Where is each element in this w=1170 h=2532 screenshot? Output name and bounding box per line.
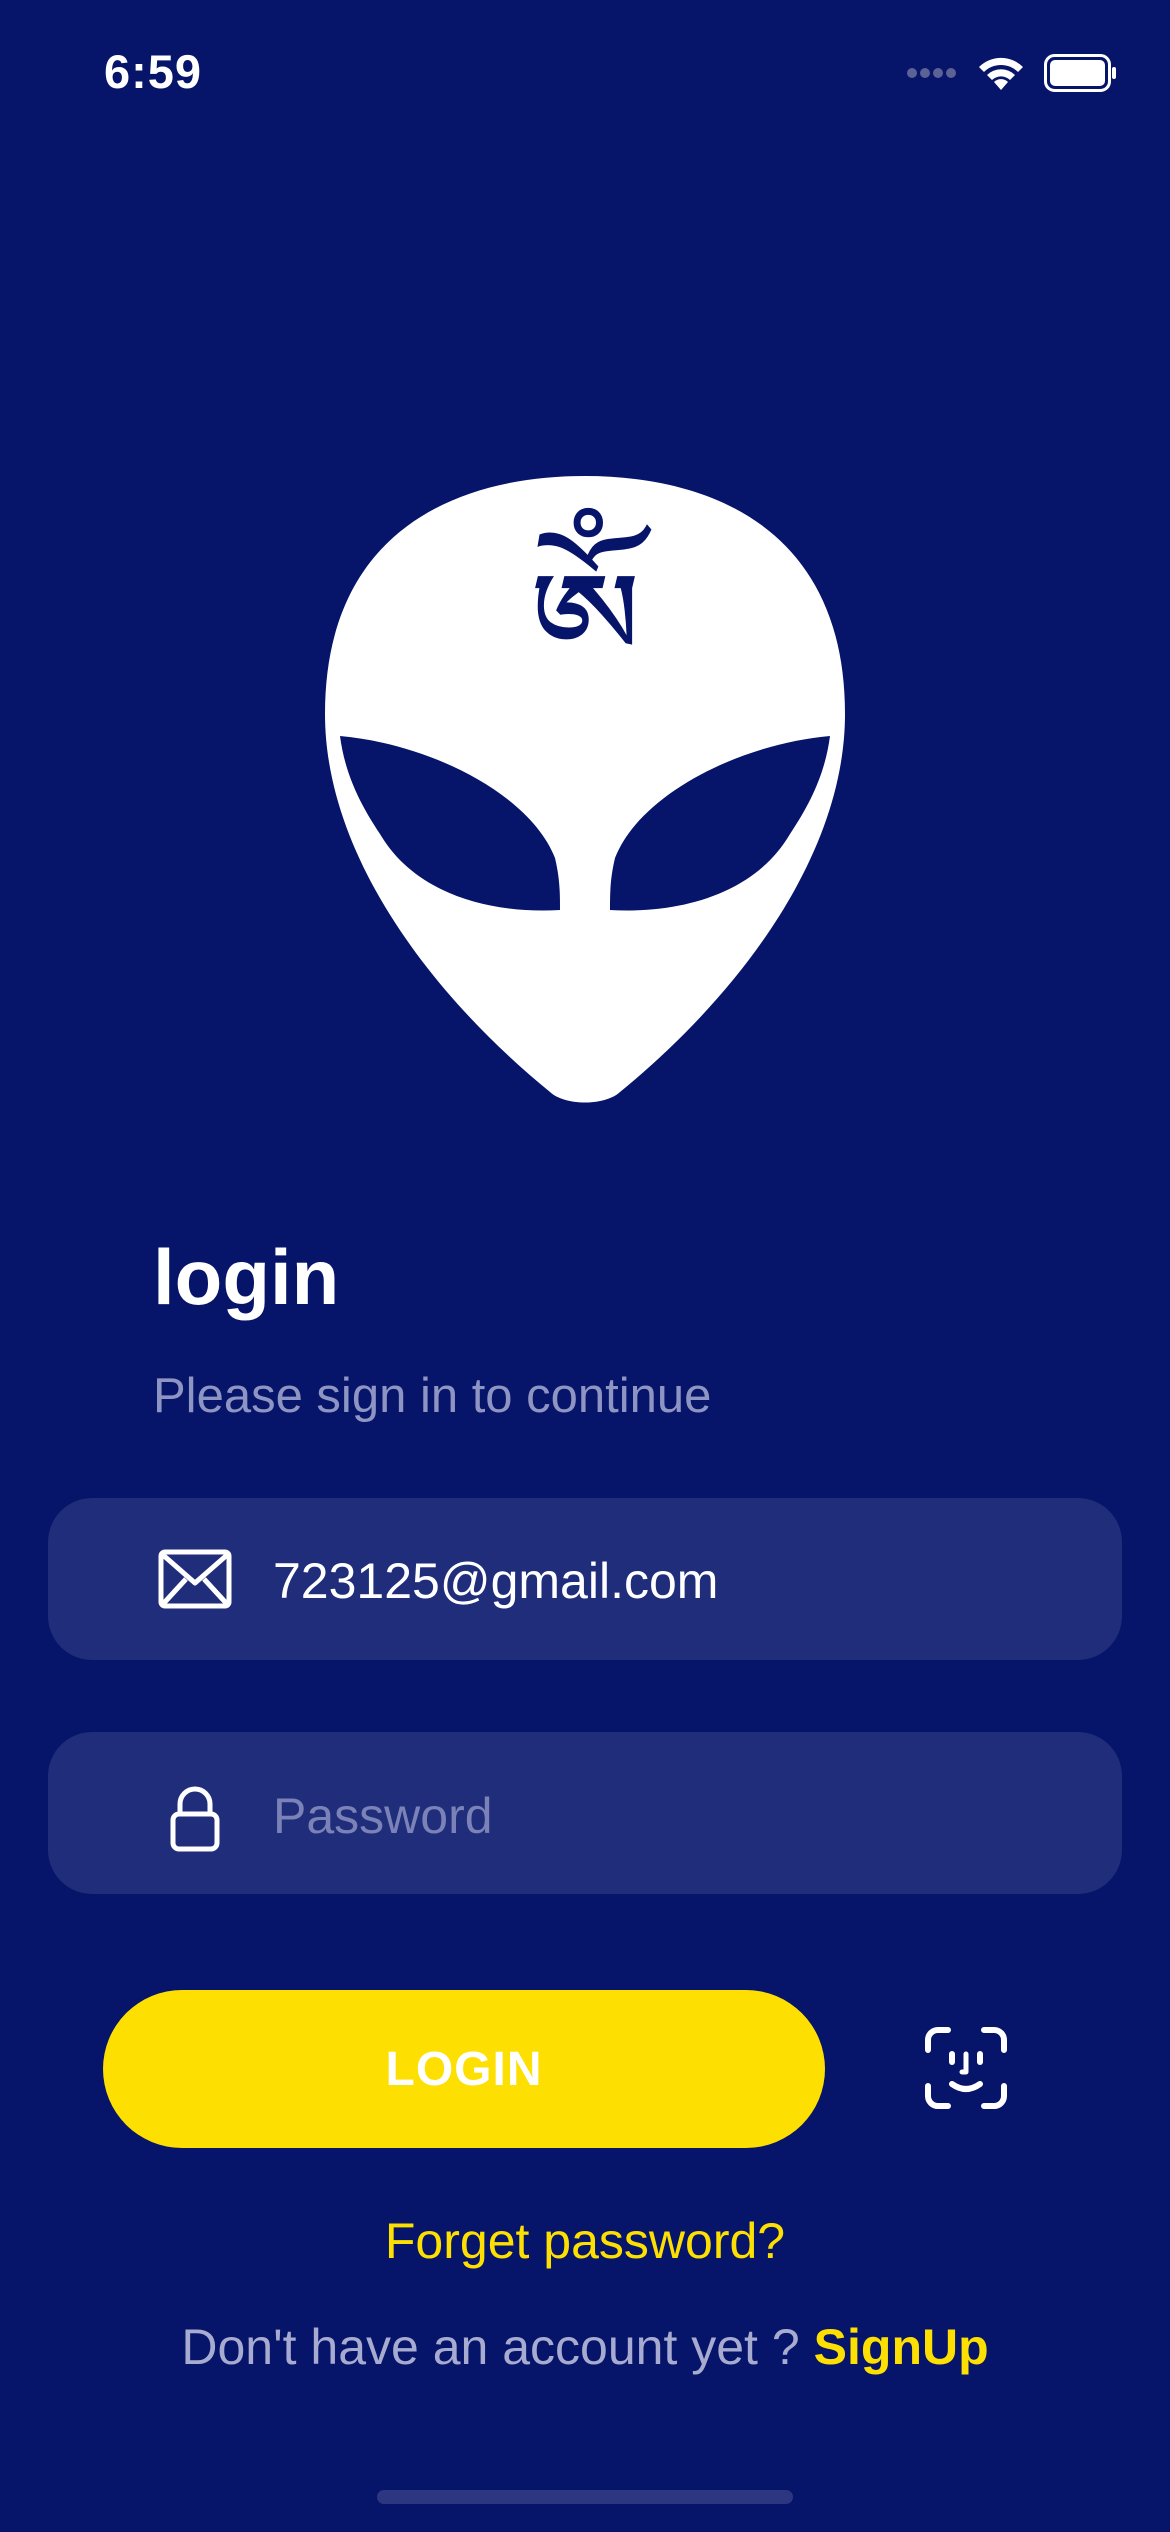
password-field[interactable]: Password <box>48 1732 1122 1894</box>
om-glyph: ཨོཾ <box>528 542 642 705</box>
page-title: login <box>153 1233 340 1321</box>
envelope-icon <box>158 1549 232 1609</box>
page-subtitle: Please sign in to continue <box>153 1369 712 1423</box>
home-indicator[interactable] <box>377 2490 793 2504</box>
face-id-icon[interactable] <box>924 2026 1008 2110</box>
alien-logo: ཨོཾ <box>320 474 850 1110</box>
signup-link[interactable]: SignUp <box>814 2319 989 2375</box>
signal-icon <box>907 68 956 78</box>
signup-line: Don't have an account yet ? SignUp <box>0 2318 1170 2376</box>
login-button[interactable]: LOGIN <box>103 1990 825 2148</box>
email-field[interactable]: 723125@gmail.com <box>48 1498 1122 1660</box>
status-icons <box>906 54 1118 92</box>
lock-icon <box>170 1786 220 1852</box>
signup-prompt: Don't have an account yet ? <box>181 2319 800 2375</box>
email-value[interactable]: 723125@gmail.com <box>273 1552 718 1610</box>
forget-password-link[interactable]: Forget password? <box>0 2212 1170 2270</box>
battery-icon <box>1044 54 1116 92</box>
status-time: 6:59 <box>104 45 203 98</box>
password-placeholder[interactable]: Password <box>273 1787 493 1845</box>
wifi-icon <box>979 57 1023 90</box>
